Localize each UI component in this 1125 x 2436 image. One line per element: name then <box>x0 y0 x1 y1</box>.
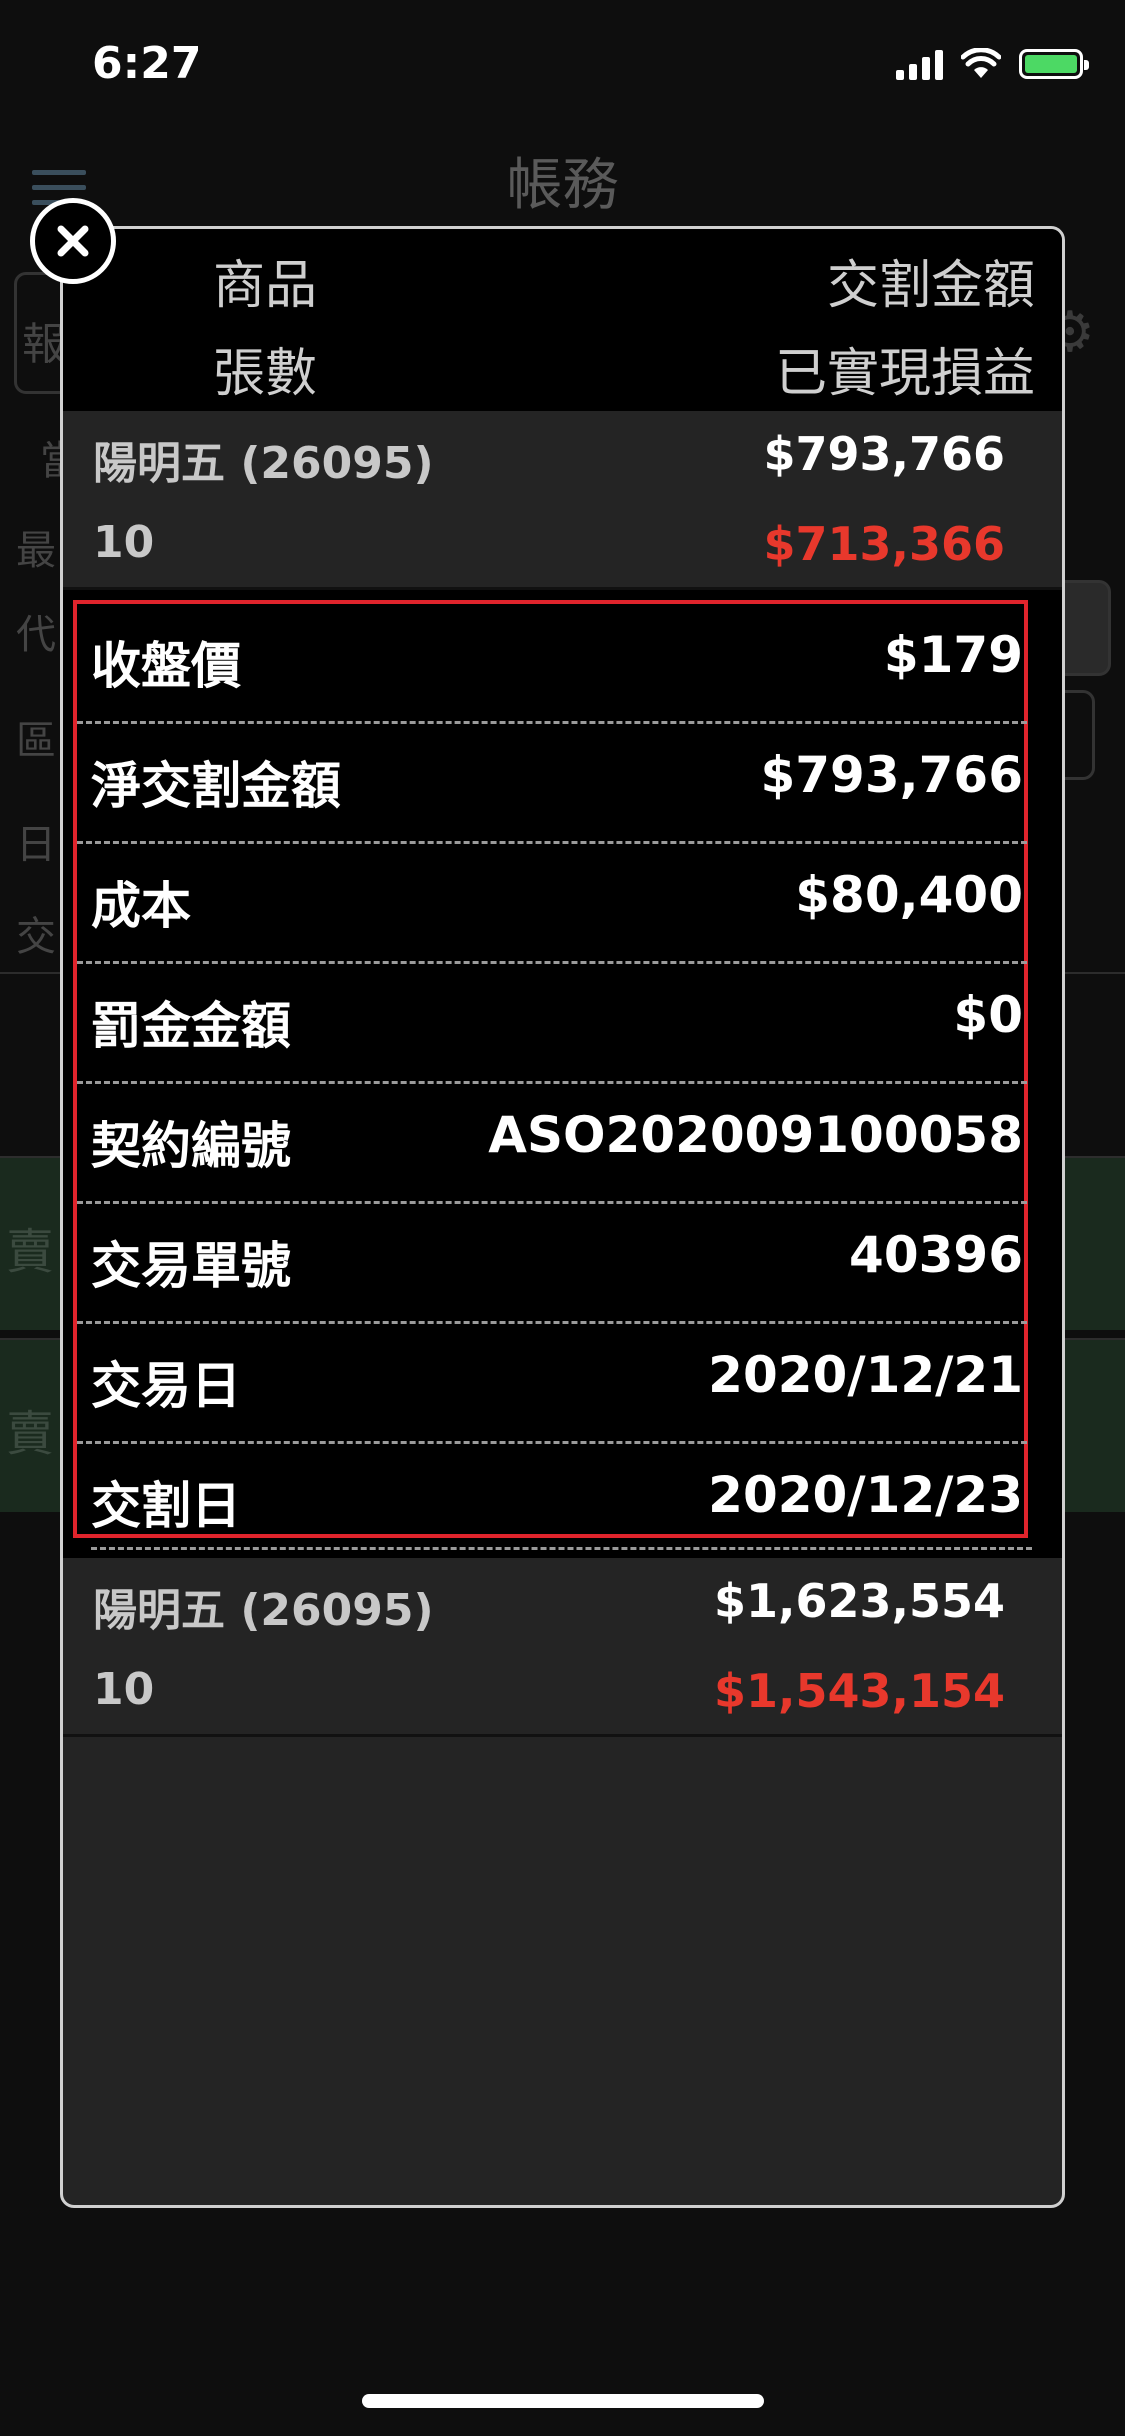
detail-label: 收盤價 <box>91 637 241 695</box>
detail-value: $179 <box>883 626 1023 684</box>
detail-value: $80,400 <box>795 866 1023 924</box>
close-icon <box>57 225 89 257</box>
order-amount: $793,766 <box>763 427 1005 481</box>
order-detail-panel: 收盤價 $179 淨交割金額 $793,766 成本 $80,400 罰金金額 … <box>63 590 1062 1558</box>
battery-icon <box>1019 49 1089 79</box>
header-quantity: 張數 <box>213 344 318 404</box>
order-qty: 10 <box>93 517 155 568</box>
order-amount: $1,623,554 <box>713 1574 1005 1628</box>
detail-row: 交易單號 40396 <box>77 1204 1027 1324</box>
background-label: 區 <box>16 718 56 764</box>
detail-row: 契約編號 ASO202009100058 <box>77 1084 1027 1204</box>
detail-label: 交割日 <box>91 1477 241 1535</box>
detail-value: 40396 <box>849 1226 1023 1284</box>
detail-row: 罰金金額 $0 <box>77 964 1027 1084</box>
detail-value: $0 <box>953 986 1023 1044</box>
order-pnl: $1,543,154 <box>713 1664 1005 1718</box>
order-name: 陽明五 (26095) <box>93 438 434 489</box>
order-name: 陽明五 (26095) <box>93 1585 434 1636</box>
header-product: 商品 <box>213 256 318 316</box>
detail-label: 淨交割金額 <box>91 757 341 815</box>
cellular-signal-icon <box>896 48 943 80</box>
detail-value: $793,766 <box>760 746 1023 804</box>
detail-row: 收盤價 $179 <box>77 604 1027 724</box>
order-row[interactable]: 陽明五 (26095) $1,623,554 10 $1,543,154 <box>63 1558 1062 1737</box>
order-detail-modal: 商品 交割金額 張數 已實現損益 陽明五 (26095) $793,766 10… <box>60 226 1065 2208</box>
home-indicator[interactable] <box>362 2394 764 2408</box>
page-title: 帳務 <box>506 153 619 218</box>
detail-row: 成本 $80,400 <box>77 844 1027 964</box>
status-icons <box>896 48 1089 80</box>
dashed-divider <box>91 1547 1032 1550</box>
order-row[interactable]: 陽明五 (26095) $793,766 10 $713,366 <box>63 411 1062 590</box>
order-qty: 10 <box>93 1664 155 1715</box>
detail-label: 成本 <box>91 877 191 935</box>
background-row-label: 賣 <box>6 1406 55 1462</box>
status-time: 6:27 <box>92 38 202 89</box>
background-label: 日 <box>16 822 56 868</box>
detail-label: 交易日 <box>91 1357 241 1415</box>
detail-label: 交易單號 <box>91 1237 291 1295</box>
background-row-label: 賣 <box>6 1224 55 1280</box>
background-label: 交 <box>16 914 56 960</box>
header-settlement-amount: 交割金額 <box>826 256 1035 316</box>
detail-row: 交易日 2020/12/21 <box>77 1324 1027 1444</box>
detail-highlight-box: 收盤價 $179 淨交割金額 $793,766 成本 $80,400 罰金金額 … <box>73 600 1028 1538</box>
header-realized-pnl: 已實現損益 <box>774 344 1035 404</box>
close-button[interactable] <box>30 198 116 284</box>
detail-row: 交割日 2020/12/23 <box>77 1444 1027 1538</box>
wifi-icon <box>961 48 1001 78</box>
modal-header: 商品 交割金額 張數 已實現損益 <box>63 229 1062 411</box>
detail-value: 2020/12/21 <box>708 1346 1023 1404</box>
background-label: 最 <box>16 528 56 574</box>
detail-row: 淨交割金額 $793,766 <box>77 724 1027 844</box>
detail-label: 契約編號 <box>91 1117 291 1175</box>
detail-value: ASO202009100058 <box>488 1106 1023 1164</box>
detail-label: 罰金金額 <box>91 997 291 1055</box>
order-pnl: $713,366 <box>763 517 1005 571</box>
detail-value: 2020/12/23 <box>708 1466 1023 1524</box>
background-label: 代 <box>16 612 56 658</box>
